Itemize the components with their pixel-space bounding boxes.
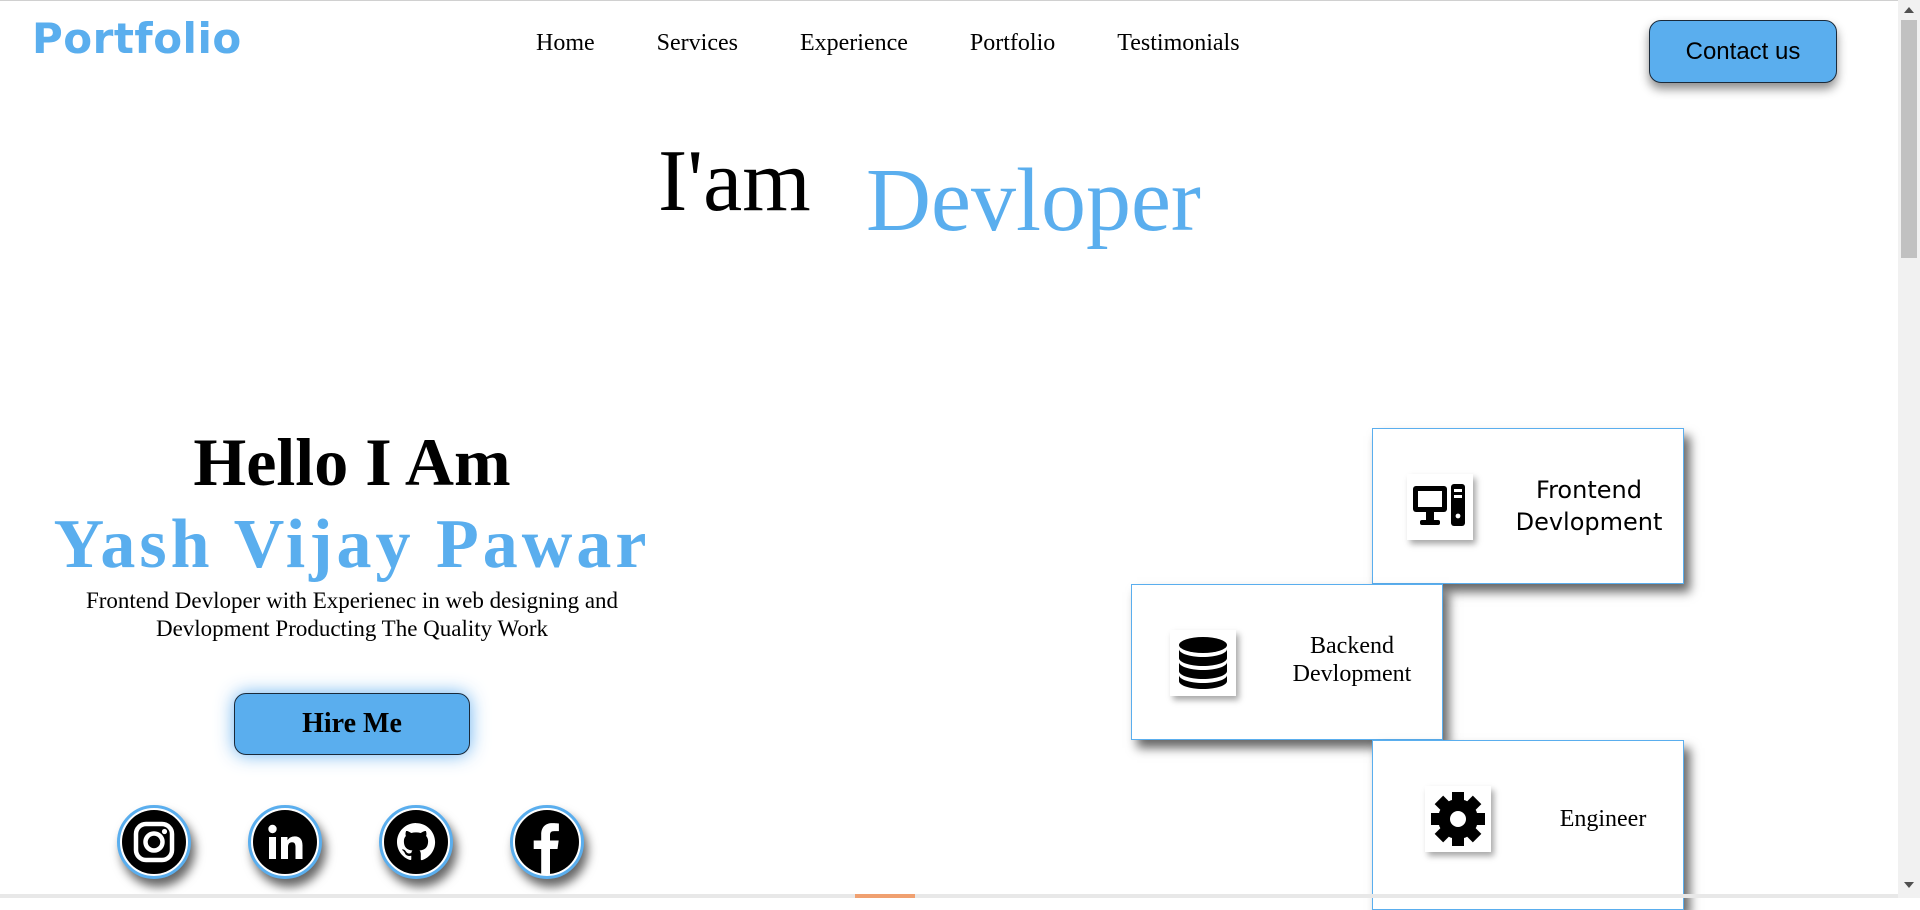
linkedin-link[interactable] [248,805,322,879]
hero-role: Devloper [866,151,1201,250]
facebook-icon [515,810,579,875]
nav-home[interactable]: Home [536,30,595,57]
linkedin-icon [253,810,317,874]
scroll-down-arrow-icon[interactable] [1904,882,1914,888]
instagram-link[interactable] [117,805,191,879]
scrollbar-thumb[interactable] [1901,20,1917,258]
database-icon [1170,630,1236,696]
service-card-engineer[interactable]: Engineer [1372,740,1684,910]
service-card-backend[interactable]: Backend Devlopment [1131,584,1443,740]
computer-icon [1407,474,1473,540]
gear-icon [1425,786,1491,852]
service-label-engineer: Engineer [1559,806,1647,832]
top-border [0,0,1898,1]
service-label-backend: Backend Devlopment [1292,633,1412,687]
main-nav: Home Services Experience Portfolio Testi… [536,30,1302,57]
contact-us-button[interactable]: Contact us [1649,20,1837,83]
horizontal-scroll-marker [855,894,915,898]
facebook-link[interactable] [510,805,584,879]
intro-description: Frontend Devloper with Experienec in web… [85,588,619,641]
hero-prefix: I'am [658,133,811,230]
name-heading: Yash Vijay Pawar [53,506,651,583]
github-icon [384,810,448,874]
nav-experience[interactable]: Experience [800,30,908,57]
service-label-frontend: Frontend Devlopment [1515,476,1663,536]
service-card-frontend[interactable]: Frontend Devlopment [1372,428,1684,584]
logo[interactable]: Portfolio [32,14,242,63]
scroll-up-arrow-icon[interactable] [1904,7,1914,13]
nav-services[interactable]: Services [657,30,738,57]
github-link[interactable] [379,805,453,879]
nav-testimonials[interactable]: Testimonials [1117,30,1239,57]
instagram-icon [122,810,186,874]
greeting-heading: Hello I Am [193,424,511,500]
horizontal-scrollbar[interactable] [0,894,1898,898]
nav-portfolio[interactable]: Portfolio [970,30,1055,57]
hire-me-button[interactable]: Hire Me [234,693,470,755]
